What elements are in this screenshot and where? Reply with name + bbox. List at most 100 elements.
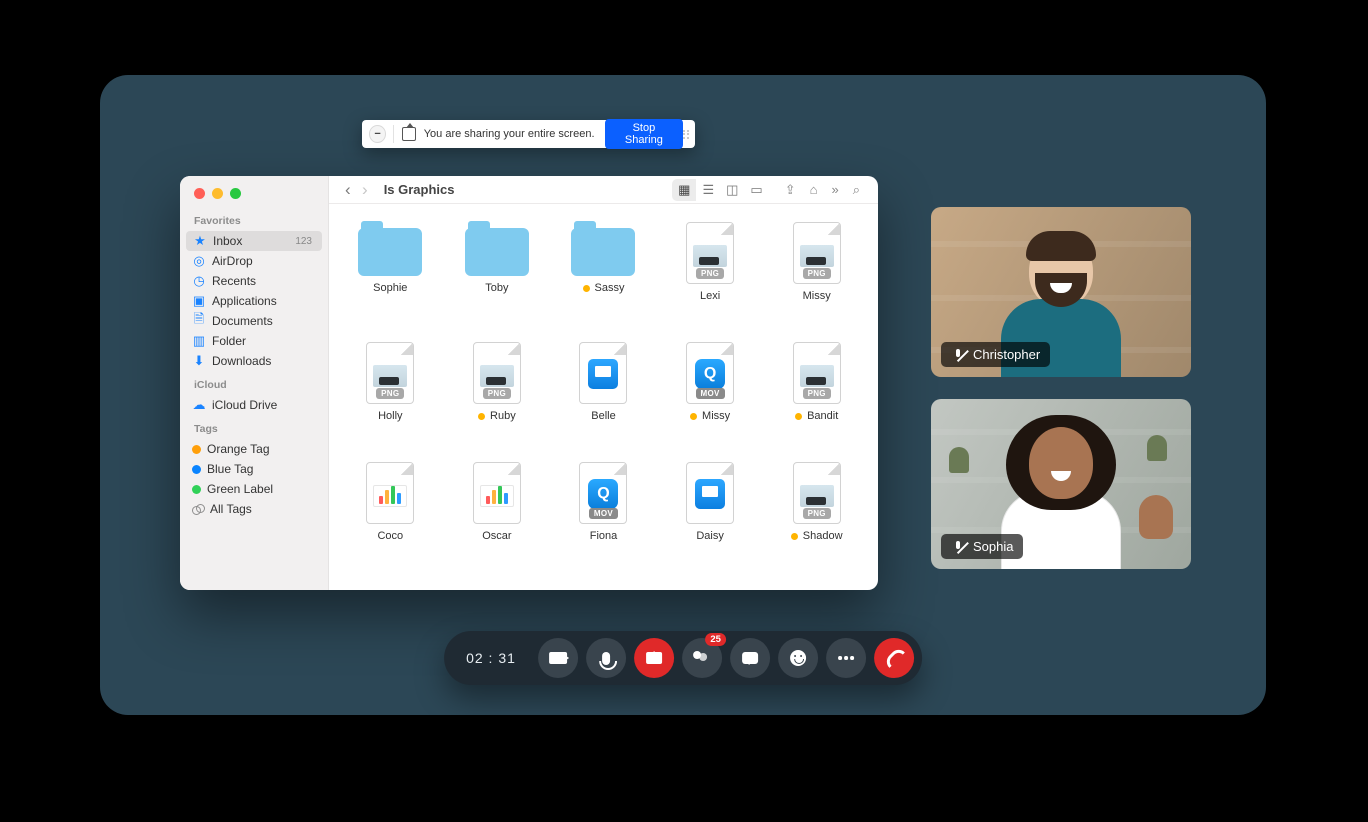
participant-tile[interactable]: Sophia bbox=[931, 399, 1191, 569]
file-name: Sassy bbox=[595, 282, 625, 294]
tag-all-icon bbox=[192, 503, 204, 515]
back-button[interactable]: ‹ bbox=[341, 180, 355, 200]
file-item[interactable]: Oscar bbox=[444, 462, 551, 582]
share-screen-button[interactable] bbox=[634, 638, 674, 678]
file-item[interactable]: Coco bbox=[337, 462, 444, 582]
sidebar-item-documents[interactable]: 🗎 Documents bbox=[180, 311, 328, 331]
mic-button[interactable] bbox=[586, 638, 626, 678]
mic-muted-icon bbox=[951, 348, 965, 362]
sidebar-item-folder[interactable]: ▥ Folder bbox=[180, 331, 328, 351]
file-icon: QMOV bbox=[686, 342, 734, 404]
view-gallery-button[interactable]: ▭ bbox=[744, 179, 768, 201]
file-item[interactable]: PNGShadow bbox=[763, 462, 870, 582]
sidebar-item-inbox[interactable]: ★ Inbox 123 bbox=[186, 231, 322, 251]
file-name-row: Missy bbox=[690, 410, 730, 422]
sidebar-item-applications[interactable]: ▣ Applications bbox=[180, 291, 328, 311]
search-button[interactable]: ⌕ bbox=[847, 179, 866, 201]
file-name-row: Coco bbox=[377, 530, 403, 542]
clock-icon: ◷ bbox=[192, 274, 206, 288]
participant-name: Christopher bbox=[973, 347, 1040, 362]
folder-icon bbox=[465, 228, 529, 276]
folder-icon bbox=[358, 228, 422, 276]
participant-tiles: Christopher Sophia bbox=[931, 207, 1191, 569]
tag-button[interactable]: ⌂ bbox=[804, 179, 824, 200]
view-icon-button[interactable]: ▦ bbox=[672, 179, 696, 201]
more-button[interactable]: » bbox=[825, 179, 844, 200]
more-icon bbox=[838, 656, 854, 660]
sidebar-item-recents[interactable]: ◷ Recents bbox=[180, 271, 328, 291]
divider bbox=[393, 125, 394, 143]
file-item[interactable]: Toby bbox=[444, 222, 551, 342]
finder-file-grid: SophieTobySassyPNGLexiPNGMissyPNGHollyPN… bbox=[329, 204, 878, 590]
file-item[interactable]: PNGBandit bbox=[763, 342, 870, 462]
file-item[interactable]: PNGRuby bbox=[444, 342, 551, 462]
file-name-row: Shadow bbox=[791, 530, 843, 542]
sidebar-item-label: Orange Tag bbox=[207, 442, 270, 456]
share-button[interactable]: ⇪ bbox=[779, 179, 802, 201]
more-options-button[interactable] bbox=[826, 638, 866, 678]
participant-tile[interactable]: Christopher bbox=[931, 207, 1191, 377]
sidebar-tag-all[interactable]: All Tags bbox=[180, 499, 328, 519]
reactions-button[interactable] bbox=[778, 638, 818, 678]
file-item[interactable]: PNGHolly bbox=[337, 342, 444, 462]
file-name: Lexi bbox=[700, 290, 720, 302]
file-item[interactable]: Sophie bbox=[337, 222, 444, 342]
call-control-bar: 02 : 31 25 bbox=[444, 631, 922, 685]
sidebar-badge: 123 bbox=[295, 236, 312, 247]
file-name-row: Toby bbox=[485, 282, 508, 294]
sidebar-item-icloud-drive[interactable]: ☁ iCloud Drive bbox=[180, 395, 328, 415]
participant-nameplate: Christopher bbox=[941, 342, 1050, 367]
participants-icon bbox=[693, 651, 711, 665]
sidebar-item-label: Documents bbox=[212, 314, 273, 328]
participants-button[interactable]: 25 bbox=[682, 638, 722, 678]
file-item[interactable]: Sassy bbox=[550, 222, 657, 342]
file-name-row: Oscar bbox=[482, 530, 511, 542]
file-item[interactable]: Belle bbox=[550, 342, 657, 462]
participants-count-badge: 25 bbox=[705, 633, 726, 646]
file-name: Bandit bbox=[807, 410, 838, 422]
close-window-button[interactable] bbox=[194, 188, 205, 199]
file-name-row: Belle bbox=[591, 410, 615, 422]
file-name-row: Lexi bbox=[700, 290, 720, 302]
file-item[interactable]: Daisy bbox=[657, 462, 764, 582]
file-item[interactable]: QMOV Missy bbox=[657, 342, 764, 462]
minimize-window-button[interactable] bbox=[212, 188, 223, 199]
view-column-button[interactable]: ◫ bbox=[720, 179, 744, 201]
mic-icon bbox=[602, 652, 610, 665]
file-name-row: Bandit bbox=[795, 410, 838, 422]
tag-dot-icon bbox=[192, 445, 201, 454]
tag-dot-icon bbox=[192, 465, 201, 474]
share-icon bbox=[646, 652, 662, 664]
stop-sharing-button[interactable]: Stop Sharing bbox=[605, 119, 684, 149]
file-item[interactable]: PNGMissy bbox=[763, 222, 870, 342]
file-name-row: Fiona bbox=[590, 530, 618, 542]
file-name-row: Sophie bbox=[373, 282, 407, 294]
chat-button[interactable] bbox=[730, 638, 770, 678]
sidebar-item-label: All Tags bbox=[210, 502, 252, 516]
tag-dot-icon bbox=[795, 413, 802, 420]
maximize-window-button[interactable] bbox=[230, 188, 241, 199]
camera-button[interactable] bbox=[538, 638, 578, 678]
sidebar-item-label: Inbox bbox=[213, 234, 242, 248]
view-list-button[interactable]: ☰ bbox=[696, 179, 720, 201]
participant-name: Sophia bbox=[973, 539, 1013, 554]
file-name: Holly bbox=[378, 410, 402, 422]
file-icon bbox=[473, 462, 521, 524]
file-name-row: Ruby bbox=[478, 410, 516, 422]
sidebar-tag-blue[interactable]: Blue Tag bbox=[180, 459, 328, 479]
hang-up-button[interactable] bbox=[874, 638, 914, 678]
file-item[interactable]: QMOVFiona bbox=[550, 462, 657, 582]
file-name: Fiona bbox=[590, 530, 618, 542]
forward-button[interactable]: › bbox=[358, 180, 372, 200]
sidebar-item-airdrop[interactable]: ◎ AirDrop bbox=[180, 251, 328, 271]
share-message: You are sharing your entire screen. bbox=[424, 128, 595, 140]
sidebar-item-label: Green Label bbox=[207, 482, 273, 496]
sidebar-tag-orange[interactable]: Orange Tag bbox=[180, 439, 328, 459]
call-timer: 02 : 31 bbox=[466, 650, 516, 666]
sidebar-item-downloads[interactable]: ⬇ Downloads bbox=[180, 351, 328, 371]
tag-dot-icon bbox=[192, 485, 201, 494]
sidebar-tag-green[interactable]: Green Label bbox=[180, 479, 328, 499]
collapse-button[interactable]: − bbox=[369, 125, 386, 143]
file-item[interactable]: PNGLexi bbox=[657, 222, 764, 342]
drag-handle-icon[interactable] bbox=[683, 130, 695, 139]
